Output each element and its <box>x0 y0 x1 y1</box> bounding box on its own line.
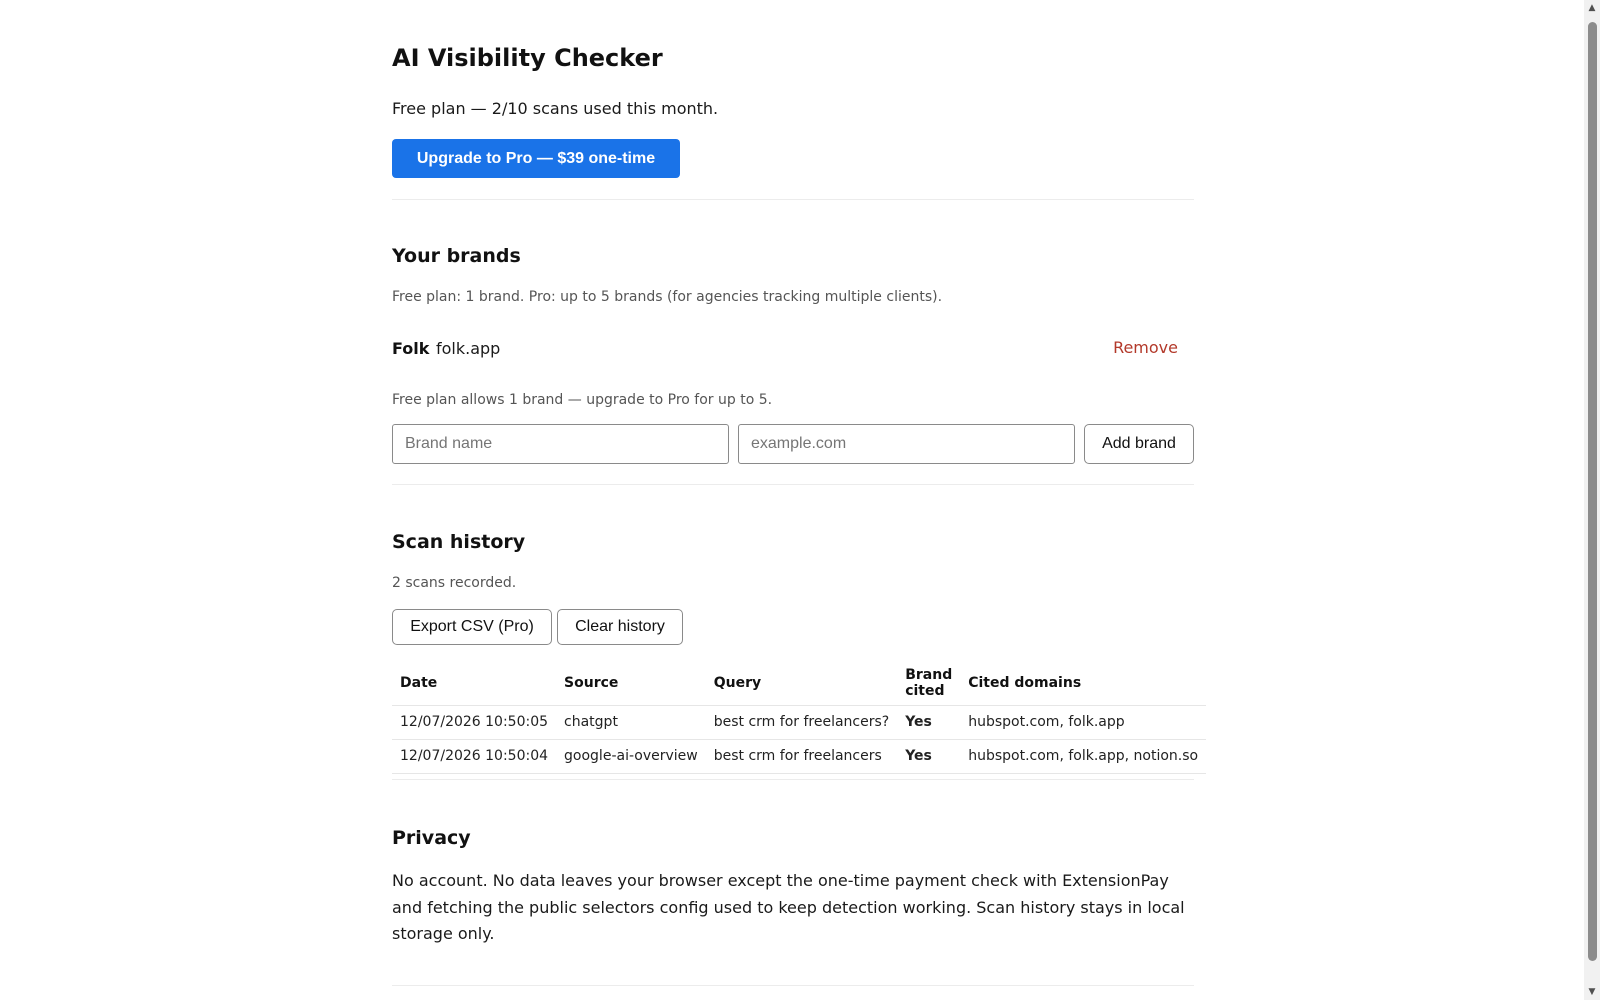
table-header-row: Date Source Query Brand cited Cited doma… <box>392 662 1207 706</box>
divider <box>392 985 1194 986</box>
table-row: 12/07/2026 10:50:05 chatgpt best crm for… <box>392 705 1207 740</box>
column-header-query: Query <box>705 662 898 706</box>
cell-query: best crm for freelancers? <box>705 705 898 740</box>
add-brand-button[interactable]: Add brand <box>1084 424 1194 464</box>
brand-name-input[interactable] <box>392 424 729 464</box>
divider <box>392 484 1194 485</box>
scrollbar-thumb[interactable] <box>1588 22 1597 961</box>
column-header-date: Date <box>392 662 557 706</box>
brands-heading: Your brands <box>392 245 521 267</box>
cell-cited-domains: hubspot.com, folk.app, notion.so <box>960 739 1207 774</box>
privacy-text: No account. No data leaves your browser … <box>392 871 1185 943</box>
cell-brand-cited: Yes <box>897 705 961 740</box>
column-header-source: Source <box>556 662 706 706</box>
cell-cited-domains: hubspot.com, folk.app <box>960 705 1207 740</box>
cell-source: chatgpt <box>556 705 706 740</box>
remove-brand-button[interactable]: Remove <box>1113 338 1178 357</box>
brands-plan-note: Free plan: 1 brand. Pro: up to 5 brands … <box>392 289 943 305</box>
page-scrollbar[interactable]: ▲ ▼ <box>1584 0 1600 1000</box>
clear-history-button[interactable]: Clear history <box>557 609 683 645</box>
history-count: 2 scans recorded. <box>392 575 517 591</box>
brand-domain-input[interactable] <box>738 424 1075 464</box>
cell-date: 12/07/2026 10:50:05 <box>392 705 557 740</box>
history-table: Date Source Query Brand cited Cited doma… <box>392 662 1207 774</box>
history-heading: Scan history <box>392 531 526 553</box>
column-header-cited-domains: Cited domains <box>960 662 1207 706</box>
cell-date: 12/07/2026 10:50:04 <box>392 739 557 774</box>
divider <box>392 779 1194 780</box>
scroll-up-arrow-icon[interactable]: ▲ <box>1584 0 1600 16</box>
plan-status: Free plan — 2/10 scans used this month. <box>392 99 719 118</box>
column-header-brand-cited: Brand cited <box>897 662 961 706</box>
table-row: 12/07/2026 10:50:04 google-ai-overview b… <box>392 739 1207 774</box>
brand-domain: folk.app <box>436 339 501 358</box>
page-title: AI Visibility Checker <box>392 44 663 72</box>
cell-brand-cited: Yes <box>897 739 961 774</box>
upgrade-button[interactable]: Upgrade to Pro — $39 one-time <box>392 139 680 178</box>
brand-limit-note: Free plan allows 1 brand — upgrade to Pr… <box>392 392 773 408</box>
cell-query: best crm for freelancers <box>705 739 898 774</box>
options-page: AI Visibility Checker Free plan — 2/10 s… <box>0 0 1600 1000</box>
brand-name: Folk <box>392 339 430 358</box>
scroll-down-arrow-icon[interactable]: ▼ <box>1584 984 1600 1000</box>
divider <box>392 199 1194 200</box>
privacy-heading: Privacy <box>392 827 471 849</box>
export-csv-button[interactable]: Export CSV (Pro) <box>392 609 552 645</box>
cell-source: google-ai-overview <box>556 739 706 774</box>
